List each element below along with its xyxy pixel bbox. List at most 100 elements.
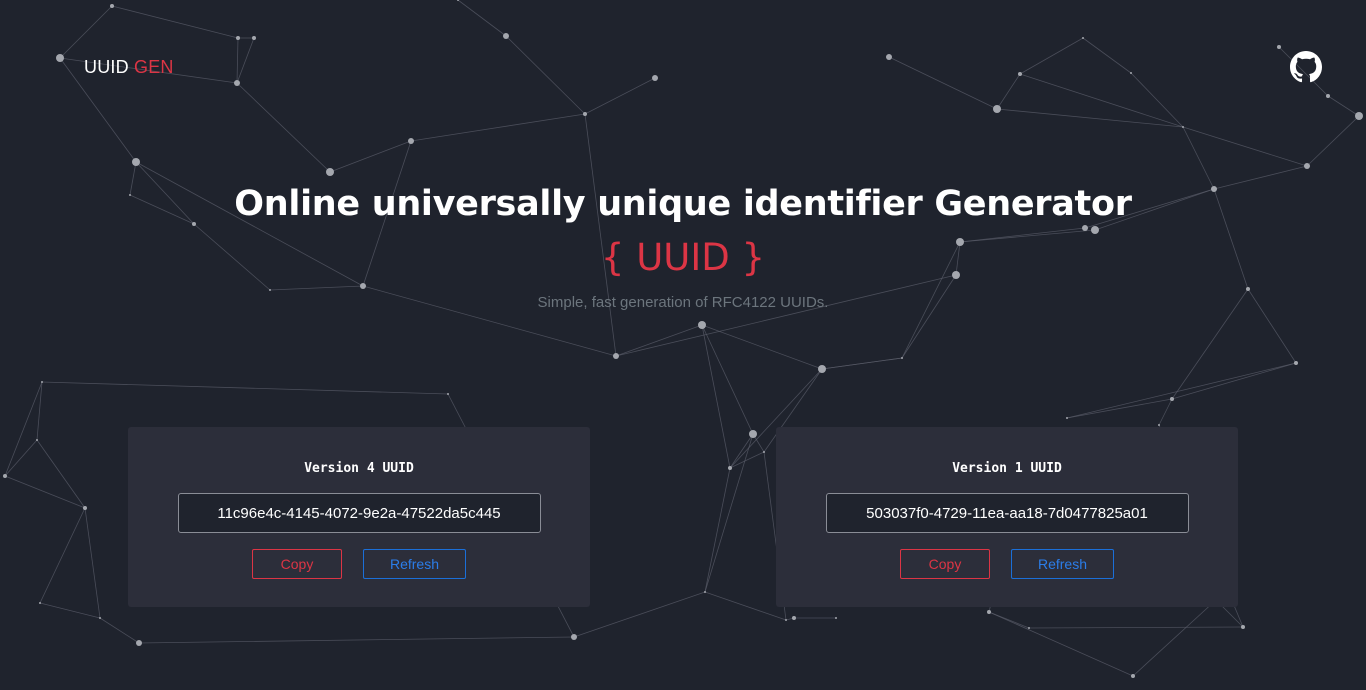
version-4-uuid-field[interactable] <box>177 493 541 533</box>
network-node <box>792 616 796 620</box>
network-link <box>1306 115 1360 167</box>
network-link <box>111 5 239 39</box>
network-link <box>996 73 1021 110</box>
network-link <box>615 324 703 357</box>
network-node <box>901 357 903 359</box>
page-title: Online universally unique identifier Gen… <box>234 184 1132 224</box>
network-node <box>408 138 414 144</box>
network-link <box>1158 398 1173 426</box>
network-node <box>1277 45 1281 49</box>
network-node <box>1326 94 1330 98</box>
network-link <box>701 324 754 435</box>
network-link <box>704 591 787 621</box>
network-node <box>252 36 256 40</box>
network-node <box>886 54 892 60</box>
network-node <box>3 474 7 478</box>
version-1-title: Version 1 UUID <box>952 461 1062 476</box>
network-link <box>4 475 86 509</box>
network-link <box>1327 95 1360 117</box>
network-link <box>704 467 731 593</box>
network-link <box>410 113 586 142</box>
network-node <box>56 54 64 62</box>
uuid-heading: { UUID } <box>600 236 766 279</box>
network-node <box>136 640 142 646</box>
network-link <box>821 357 903 370</box>
network-node <box>1182 126 1184 128</box>
network-node <box>1241 625 1245 629</box>
network-link <box>1082 37 1132 74</box>
network-link <box>4 439 38 477</box>
version-1-uuid-field[interactable] <box>825 493 1189 533</box>
network-node <box>704 591 706 593</box>
network-link <box>457 0 507 37</box>
network-node <box>763 451 765 453</box>
brand-logo[interactable]: UUID GEN <box>84 57 174 78</box>
network-link <box>888 56 998 110</box>
brand-accent: GEN <box>134 57 174 77</box>
network-node <box>1304 163 1310 169</box>
version-4-refresh-button[interactable]: Refresh <box>363 549 466 579</box>
network-node <box>234 80 240 86</box>
network-link <box>36 439 86 509</box>
network-node <box>236 36 240 40</box>
network-node <box>1131 674 1135 678</box>
network-node <box>1355 112 1363 120</box>
network-link <box>1066 362 1297 419</box>
network-node <box>728 466 732 470</box>
version-1-refresh-button[interactable]: Refresh <box>1011 549 1114 579</box>
network-link <box>138 636 575 644</box>
network-link <box>329 140 412 173</box>
network-link <box>505 35 586 115</box>
network-link <box>36 381 43 441</box>
network-link <box>1182 126 1308 167</box>
network-node <box>571 634 577 640</box>
network-node <box>36 439 38 441</box>
github-icon[interactable] <box>1290 51 1322 83</box>
network-link <box>39 507 86 604</box>
network-node <box>1028 627 1030 629</box>
page-subtitle: Simple, fast generation of RFC4122 UUIDs… <box>537 294 829 311</box>
network-link <box>59 5 113 59</box>
network-node <box>749 430 757 438</box>
network-link <box>1171 362 1297 400</box>
network-link <box>1019 37 1084 75</box>
version-4-actions: Copy Refresh <box>128 549 590 579</box>
network-link <box>573 591 706 638</box>
network-link <box>704 433 754 593</box>
network-node <box>835 617 837 619</box>
network-link <box>236 82 331 173</box>
network-node <box>1018 72 1022 76</box>
network-node <box>447 393 449 395</box>
network-node <box>39 602 41 604</box>
network-node <box>785 619 787 621</box>
network-link <box>41 381 449 395</box>
network-node <box>583 112 587 116</box>
network-node <box>41 381 43 383</box>
network-node <box>1066 417 1068 419</box>
network-link <box>39 602 101 619</box>
network-link <box>236 37 239 84</box>
version-1-card: Version 1 UUID Copy Refresh <box>776 427 1238 607</box>
network-node <box>987 610 991 614</box>
version-1-copy-button[interactable]: Copy <box>900 549 990 579</box>
network-node <box>698 321 706 329</box>
version-4-title: Version 4 UUID <box>304 461 414 476</box>
network-node <box>613 353 619 359</box>
network-link <box>99 617 140 644</box>
network-node <box>1082 37 1084 39</box>
version-4-copy-button[interactable]: Copy <box>252 549 342 579</box>
network-node <box>1130 72 1132 74</box>
network-link <box>701 324 731 469</box>
network-link <box>236 37 255 84</box>
network-link <box>84 507 101 619</box>
network-node <box>1294 361 1298 365</box>
network-node <box>326 168 334 176</box>
network-node <box>83 506 87 510</box>
network-node <box>503 33 509 39</box>
version-4-card: Version 4 UUID Copy Refresh <box>128 427 590 607</box>
network-node <box>652 75 658 81</box>
version-1-actions: Copy Refresh <box>776 549 1238 579</box>
network-node <box>99 617 101 619</box>
network-link <box>1028 626 1244 629</box>
network-node <box>132 158 140 166</box>
